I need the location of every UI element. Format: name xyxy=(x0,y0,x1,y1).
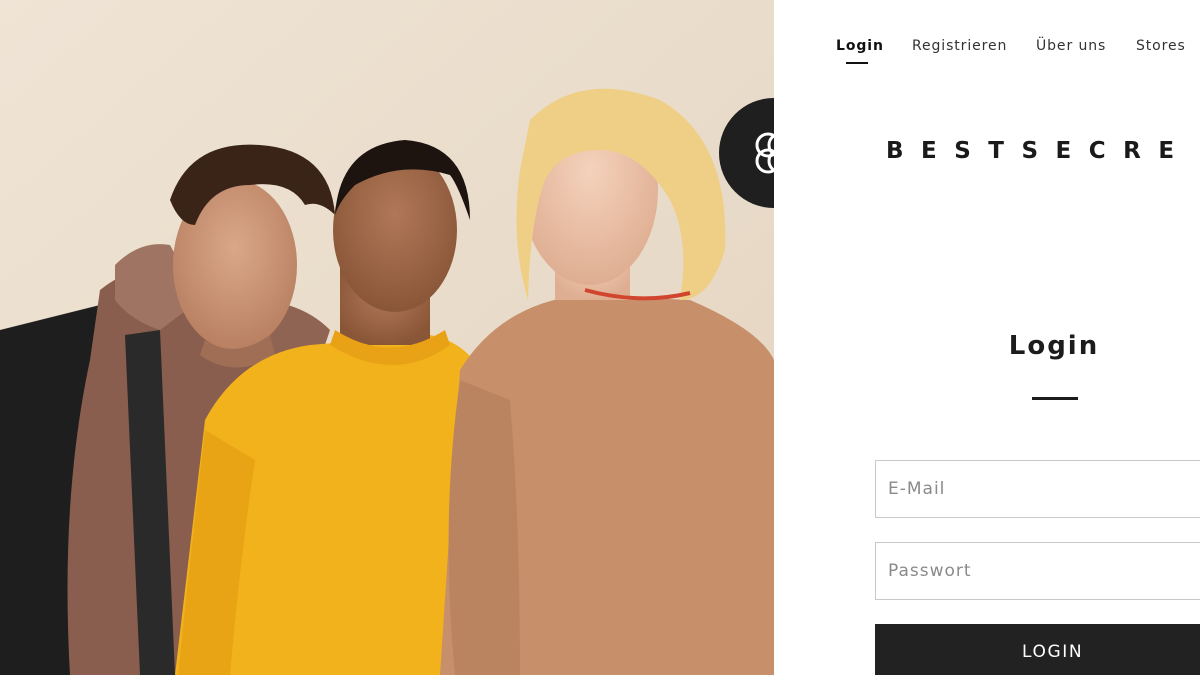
brand-wordmark: BESTSECRE xyxy=(886,138,1192,164)
login-button[interactable]: LOGIN xyxy=(875,624,1200,675)
title-divider xyxy=(1032,397,1078,400)
email-field[interactable] xyxy=(875,460,1200,518)
top-nav: Login Registrieren Über uns Stores xyxy=(774,38,1200,68)
nav-login[interactable]: Login xyxy=(836,38,884,54)
hero-image xyxy=(0,0,774,675)
login-page: Login Registrieren Über uns Stores BESTS… xyxy=(0,0,1200,675)
password-field[interactable] xyxy=(875,542,1200,600)
nav-about[interactable]: Über uns xyxy=(1036,38,1106,54)
nav-register[interactable]: Registrieren xyxy=(912,38,1007,54)
login-panel: Login Registrieren Über uns Stores BESTS… xyxy=(774,0,1200,675)
page-title: Login xyxy=(1008,331,1100,361)
nav-stores[interactable]: Stores xyxy=(1136,38,1186,54)
nav-active-underline xyxy=(846,62,868,64)
hero-photo-illustration xyxy=(0,0,774,675)
